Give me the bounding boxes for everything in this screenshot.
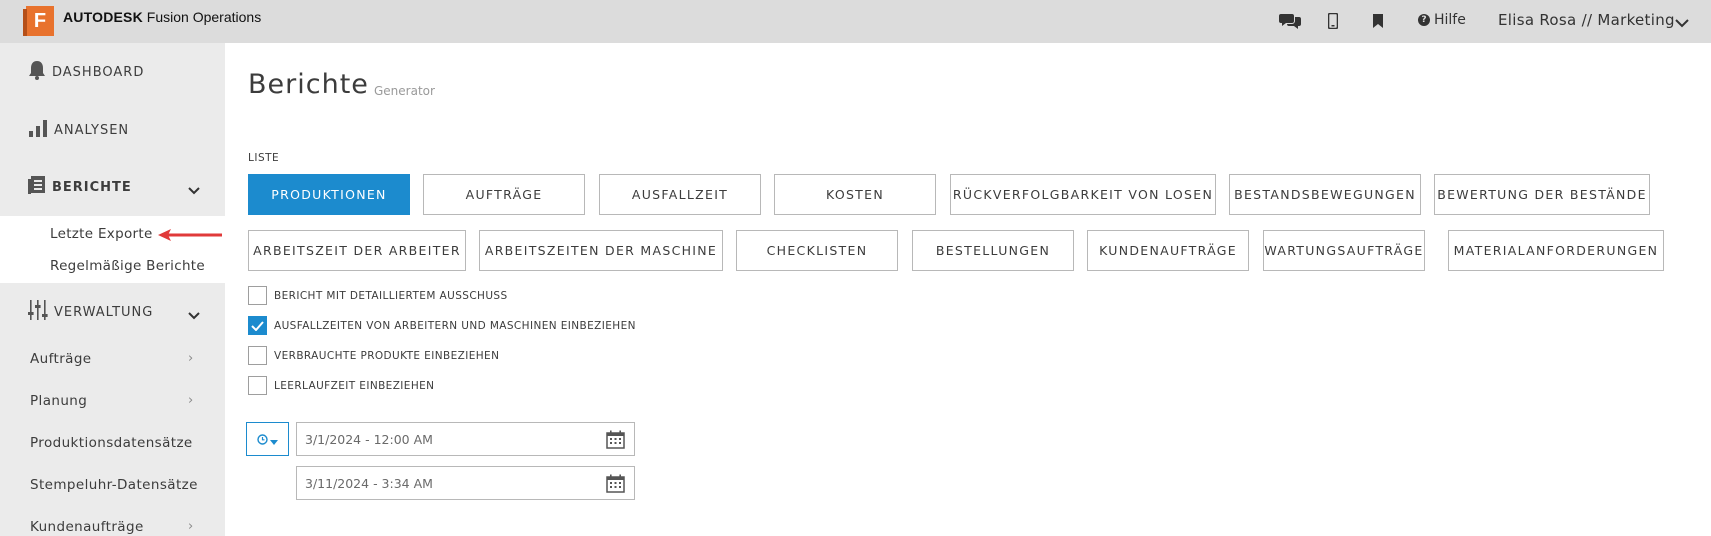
sidebar-link-auftraege[interactable]: Aufträge bbox=[30, 351, 92, 367]
page-subtitle: Generator bbox=[374, 84, 435, 98]
user-menu[interactable]: Elisa Rosa // Marketing bbox=[1498, 11, 1675, 29]
help-icon: ? bbox=[1418, 14, 1430, 26]
report-type-kundenauftraege[interactable]: KUNDENAUFTRÄGE bbox=[1087, 230, 1249, 271]
checkbox[interactable] bbox=[248, 316, 267, 335]
top-bar: F AUTODESK Fusion Operations ? Hilfe Eli… bbox=[0, 0, 1711, 43]
report-type-bewertung-bestaende[interactable]: BEWERTUNG DER BESTÄNDE bbox=[1434, 174, 1650, 215]
period-preset-dropdown[interactable] bbox=[246, 422, 289, 456]
sidebar-item-label: DASHBOARD bbox=[52, 64, 145, 80]
chevron-right-icon: › bbox=[188, 351, 194, 366]
report-type-arbeitszeiten-maschine[interactable]: ARBEITSZEITEN DER MASCHINE bbox=[479, 230, 723, 271]
help-link[interactable]: ? Hilfe bbox=[1418, 12, 1466, 28]
start-date-field[interactable] bbox=[296, 422, 635, 456]
end-date-input[interactable] bbox=[305, 467, 595, 499]
list-label: LISTE bbox=[248, 152, 280, 164]
report-type-bestellungen[interactable]: BESTELLUNGEN bbox=[912, 230, 1074, 271]
checkbox-label: VERBRAUCHTE PRODUKTE EINBEZIEHEN bbox=[274, 349, 500, 362]
sidebar-item-verwaltung[interactable]: VERWALTUNG bbox=[0, 283, 225, 341]
page-title: Berichte bbox=[248, 69, 369, 100]
option-ausfallzeiten-einbeziehen[interactable]: AUSFALLZEITEN VON ARBEITERN UND MASCHINE… bbox=[248, 316, 636, 335]
pointer-arrow-icon bbox=[158, 226, 224, 245]
chevron-down-icon[interactable] bbox=[1675, 13, 1689, 32]
start-date-input[interactable] bbox=[305, 423, 595, 455]
checkbox-label: AUSFALLZEITEN VON ARBEITERN UND MASCHINE… bbox=[274, 319, 636, 332]
sidebar-subitem-letzte-exporte[interactable]: Letzte Exporte bbox=[50, 226, 153, 242]
option-detaillierter-ausschuss[interactable]: BERICHT MIT DETAILLIERTEM AUSSCHUSS bbox=[248, 286, 508, 305]
checkbox[interactable] bbox=[248, 346, 267, 365]
report-type-ausfallzeit[interactable]: AUSFALLZEIT bbox=[599, 174, 761, 215]
report-type-wartungsauftraege[interactable]: WARTUNGSAUFTRÄGE bbox=[1263, 230, 1425, 271]
checkmark-icon bbox=[251, 320, 264, 331]
clock-icon bbox=[257, 430, 268, 449]
mobile-icon[interactable] bbox=[1322, 11, 1344, 31]
calendar-icon[interactable] bbox=[606, 430, 625, 453]
fusion-logo[interactable]: F bbox=[23, 6, 54, 36]
help-label: Hilfe bbox=[1434, 12, 1466, 28]
checkbox-label: BERICHT MIT DETAILLIERTEM AUSSCHUSS bbox=[274, 289, 508, 302]
option-leerlaufzeit[interactable]: LEERLAUFZEIT EINBEZIEHEN bbox=[248, 376, 434, 395]
brand-autodesk: AUTODESK bbox=[63, 9, 143, 25]
option-verbrauchte-produkte[interactable]: VERBRAUCHTE PRODUKTE EINBEZIEHEN bbox=[248, 346, 499, 365]
calendar-icon[interactable] bbox=[606, 474, 625, 497]
chevron-down-icon bbox=[188, 180, 200, 199]
checkbox[interactable] bbox=[248, 286, 267, 305]
chevron-right-icon: › bbox=[188, 519, 194, 534]
sidebar-link-stempeluhr-datensaetze[interactable]: Stempeluhr-Datensätze bbox=[30, 477, 198, 493]
chevron-down-icon bbox=[188, 305, 200, 324]
checkbox-label: LEERLAUFZEIT EINBEZIEHEN bbox=[274, 379, 435, 392]
sidebar-link-kundenauftraege[interactable]: Kundenaufträge bbox=[30, 519, 144, 535]
sidebar-item-berichte[interactable]: BERICHTE bbox=[0, 158, 225, 216]
sidebar-item-analysen[interactable]: ANALYSEN bbox=[0, 101, 225, 159]
document-icon bbox=[28, 175, 46, 199]
bell-icon bbox=[28, 60, 46, 84]
report-type-kosten[interactable]: KOSTEN bbox=[774, 174, 936, 215]
sidebar-item-dashboard[interactable]: DASHBOARD bbox=[0, 43, 225, 101]
end-date-field[interactable] bbox=[296, 466, 635, 500]
sidebar-link-produktionsdatensaetze[interactable]: Produktionsdatensätze bbox=[30, 435, 193, 451]
sidebar-link-planung[interactable]: Planung bbox=[30, 393, 87, 409]
report-type-auftraege[interactable]: AUFTRÄGE bbox=[423, 174, 585, 215]
report-type-arbeitszeit-arbeiter[interactable]: ARBEITSZEIT DER ARBEITER bbox=[248, 230, 466, 271]
chevron-right-icon: › bbox=[188, 393, 194, 408]
report-type-checklisten[interactable]: CHECKLISTEN bbox=[736, 230, 898, 271]
brand-name: AUTODESK Fusion Operations bbox=[63, 9, 261, 25]
sidebar: DASHBOARD ANALYSEN BERICHTE Letzte Expor… bbox=[0, 43, 225, 536]
checkbox[interactable] bbox=[248, 376, 267, 395]
caret-down-icon bbox=[270, 430, 278, 449]
sidebar-item-label: BERICHTE bbox=[52, 179, 132, 195]
bookmark-icon[interactable] bbox=[1367, 11, 1389, 31]
report-type-materialanforderungen[interactable]: MATERIALANFORDERUNGEN bbox=[1448, 230, 1664, 271]
sliders-icon bbox=[28, 300, 48, 324]
report-type-rueckverfolgbarkeit[interactable]: RÜCKVERFOLGBARKEIT VON LOSEN bbox=[950, 174, 1216, 215]
sidebar-item-label: ANALYSEN bbox=[54, 122, 130, 138]
sidebar-item-label: VERWALTUNG bbox=[54, 304, 154, 320]
chat-icon[interactable] bbox=[1279, 11, 1301, 31]
bar-chart-icon bbox=[28, 118, 48, 142]
brand-product: Fusion Operations bbox=[142, 9, 262, 25]
report-type-produktionen[interactable]: PRODUKTIONEN bbox=[248, 174, 410, 215]
sidebar-subitem-regelmaessige-berichte[interactable]: Regelmäßige Berichte bbox=[50, 258, 205, 274]
report-type-bestandsbewegungen[interactable]: BESTANDSBEWEGUNGEN bbox=[1229, 174, 1421, 215]
